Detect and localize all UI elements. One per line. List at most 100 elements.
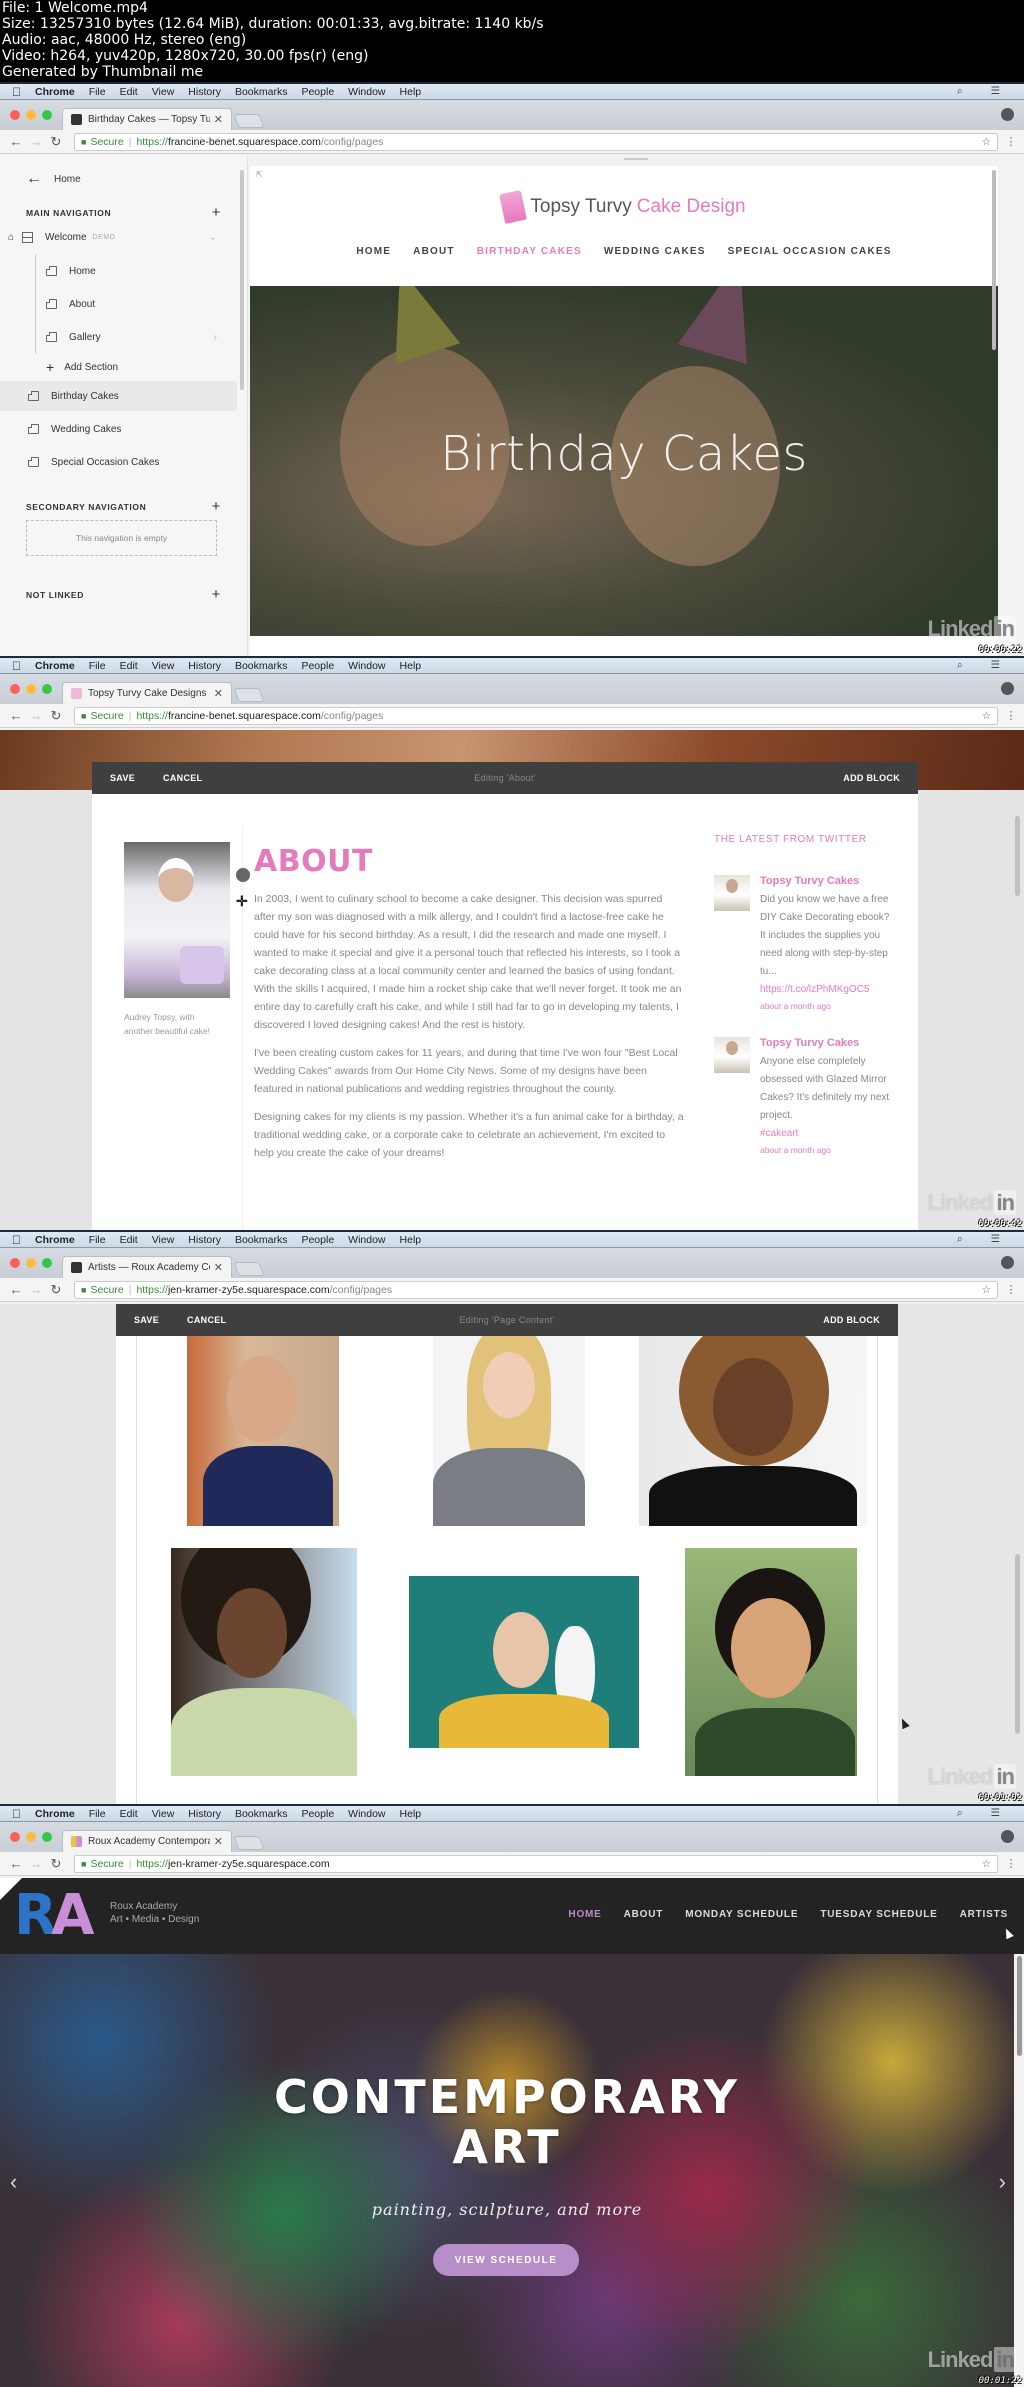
back-icon[interactable]: ← xyxy=(8,1282,24,1297)
page-scrollbar[interactable] xyxy=(1015,1554,1020,1734)
zoom-window-icon[interactable] xyxy=(42,1832,52,1842)
menu-people[interactable]: People xyxy=(301,1808,334,1820)
menu-window[interactable]: Window xyxy=(348,1808,385,1820)
page-scrollbar[interactable] xyxy=(1017,1956,1022,2056)
back-icon[interactable]: ← xyxy=(8,134,24,149)
page-scrollbar[interactable] xyxy=(1015,816,1020,896)
add-section-button[interactable]: + Add Section xyxy=(0,352,237,382)
chrome-menu-icon[interactable]: ⋮ xyxy=(1004,1283,1018,1296)
nav-artists[interactable]: ARTISTS xyxy=(960,1909,1008,1920)
save-button[interactable]: SAVE xyxy=(134,1315,159,1325)
collapse-icon[interactable]: ⇱ xyxy=(256,170,263,179)
menu-file[interactable]: File xyxy=(89,660,106,672)
sidebar-scrollbar[interactable] xyxy=(240,170,244,390)
new-tab-button[interactable] xyxy=(233,114,265,128)
close-window-icon[interactable] xyxy=(10,1258,20,1268)
add-page-icon[interactable]: + xyxy=(212,586,221,603)
menu-window[interactable]: Window xyxy=(348,86,385,98)
profile-icon[interactable] xyxy=(1001,108,1014,121)
forward-icon[interactable]: → xyxy=(28,1856,44,1871)
menu-people[interactable]: People xyxy=(301,86,334,98)
forward-icon[interactable]: → xyxy=(28,1282,44,1297)
artist-photo[interactable] xyxy=(639,1336,867,1526)
back-icon[interactable]: ← xyxy=(8,708,24,723)
menu-app-chrome[interactable]: Chrome xyxy=(35,86,75,98)
notification-list-icon[interactable]: ☰ xyxy=(991,1233,1000,1246)
nav-about[interactable]: ABOUT xyxy=(413,246,455,257)
spotlight-search-icon[interactable]: ⌕ xyxy=(957,1807,963,1820)
nav-about[interactable]: ABOUT xyxy=(624,1909,664,1920)
menu-help[interactable]: Help xyxy=(400,86,422,98)
preview-drag-handle[interactable] xyxy=(624,158,648,160)
browser-tab[interactable]: Roux Academy Contemporary ✕ xyxy=(62,1830,232,1852)
tweet-hashtag[interactable]: #cakeart xyxy=(760,1125,894,1143)
empty-navigation-dropzone[interactable]: This navigation is empty xyxy=(26,520,217,556)
menu-window[interactable]: Window xyxy=(348,1234,385,1246)
nav-birthday-cakes[interactable]: BIRTHDAY CAKES xyxy=(477,246,582,257)
nav-home[interactable]: HOME xyxy=(568,1909,601,1920)
expand-corner-icon[interactable] xyxy=(0,1878,22,1900)
menu-history[interactable]: History xyxy=(188,660,221,672)
profile-icon[interactable] xyxy=(1001,1830,1014,1843)
view-schedule-button[interactable]: VIEW SCHEDULE xyxy=(433,2244,579,2276)
menu-view[interactable]: View xyxy=(152,1234,175,1246)
reload-icon[interactable]: ↻ xyxy=(48,708,64,724)
minimize-window-icon[interactable] xyxy=(26,1832,36,1842)
tweet-author[interactable]: Topsy Turvy Cakes xyxy=(760,875,894,887)
bookmark-star-icon[interactable]: ☆ xyxy=(982,1858,991,1870)
artist-photo[interactable] xyxy=(409,1576,639,1748)
minimize-window-icon[interactable] xyxy=(26,684,36,694)
notification-list-icon[interactable]: ☰ xyxy=(991,659,1000,672)
menu-view[interactable]: View xyxy=(152,660,175,672)
artist-photo[interactable] xyxy=(433,1336,585,1526)
cancel-button[interactable]: CANCEL xyxy=(187,1315,226,1325)
apple-icon[interactable]:  xyxy=(12,85,21,99)
chrome-menu-icon[interactable]: ⋮ xyxy=(1004,135,1018,148)
close-window-icon[interactable] xyxy=(10,684,20,694)
menu-bookmarks[interactable]: Bookmarks xyxy=(235,86,288,98)
artist-photo[interactable] xyxy=(187,1336,339,1526)
tweet-author[interactable]: Topsy Turvy Cakes xyxy=(760,1037,894,1049)
new-tab-button[interactable] xyxy=(233,688,265,702)
menu-bookmarks[interactable]: Bookmarks xyxy=(235,1234,288,1246)
artist-photo[interactable] xyxy=(171,1548,357,1776)
new-tab-button[interactable] xyxy=(233,1836,265,1850)
apple-icon[interactable]:  xyxy=(12,659,21,673)
close-tab-icon[interactable]: ✕ xyxy=(214,1835,223,1848)
zoom-window-icon[interactable] xyxy=(42,684,52,694)
menu-app-chrome[interactable]: Chrome xyxy=(35,660,75,672)
menu-view[interactable]: View xyxy=(152,86,175,98)
cancel-button[interactable]: CANCEL xyxy=(163,773,202,783)
add-block-button[interactable]: ADD BLOCK xyxy=(823,1315,880,1325)
forward-icon[interactable]: → xyxy=(28,134,44,149)
about-text-block[interactable]: In 2003, I went to culinary school to be… xyxy=(254,890,684,1172)
url-input[interactable]: ■ Secure | https://jen-kramer-zy5e.squar… xyxy=(74,1280,998,1299)
menu-people[interactable]: People xyxy=(301,1234,334,1246)
menu-edit[interactable]: Edit xyxy=(120,86,138,98)
close-window-icon[interactable] xyxy=(10,110,20,120)
menu-edit[interactable]: Edit xyxy=(120,1234,138,1246)
chevron-down-icon[interactable]: ⌄ xyxy=(209,232,217,243)
menu-help[interactable]: Help xyxy=(400,1234,422,1246)
nav-tuesday-schedule[interactable]: TUESDAY SCHEDULE xyxy=(820,1909,937,1920)
zoom-window-icon[interactable] xyxy=(42,110,52,120)
close-tab-icon[interactable]: ✕ xyxy=(214,687,223,700)
menu-file[interactable]: File xyxy=(89,86,106,98)
sidebar-item-special-occasion-cakes[interactable]: Special Occasion Cakes xyxy=(0,447,237,477)
tweet-link[interactable]: https://t.co/lzPhMKgOC5 xyxy=(760,981,894,999)
preview-scrollbar[interactable] xyxy=(992,170,996,350)
chrome-menu-icon[interactable]: ⋮ xyxy=(1004,1857,1018,1870)
browser-tab[interactable]: Topsy Turvy Cake Designs ✕ xyxy=(62,682,232,704)
spotlight-search-icon[interactable]: ⌕ xyxy=(957,659,963,672)
profile-icon[interactable] xyxy=(1001,682,1014,695)
profile-icon[interactable] xyxy=(1001,1256,1014,1269)
menu-history[interactable]: History xyxy=(188,1808,221,1820)
bookmark-star-icon[interactable]: ☆ xyxy=(982,1284,991,1296)
chrome-menu-icon[interactable]: ⋮ xyxy=(1004,709,1018,722)
tweet-time[interactable]: about a month ago xyxy=(760,1145,894,1155)
close-window-icon[interactable] xyxy=(10,1832,20,1842)
menu-history[interactable]: History xyxy=(188,1234,221,1246)
apple-icon[interactable]:  xyxy=(12,1807,21,1821)
block-drag-handle[interactable] xyxy=(236,868,250,882)
notification-list-icon[interactable]: ☰ xyxy=(991,85,1000,98)
